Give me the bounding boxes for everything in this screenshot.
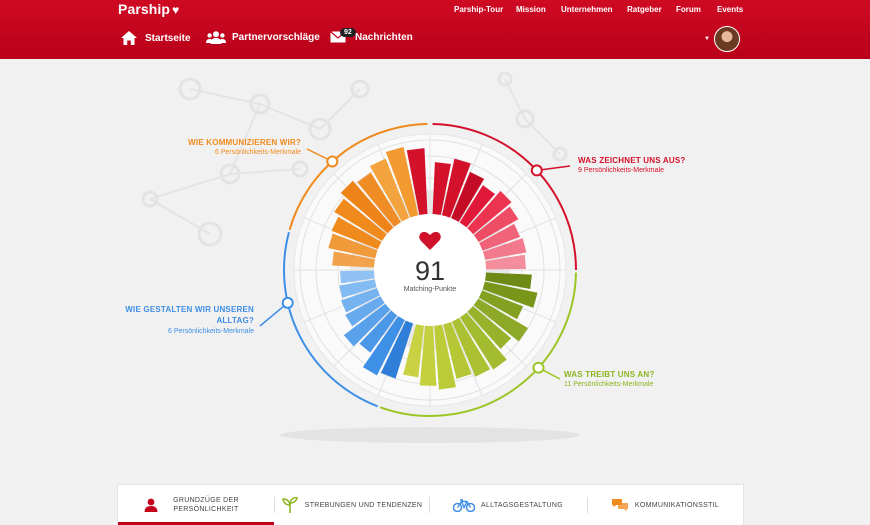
- top-header: Parship ♥ Parship-Tour Mission Unternehme…: [0, 0, 870, 59]
- marker-characteristics: [530, 164, 543, 177]
- top-nav-ratgeber[interactable]: Ratgeber: [627, 5, 662, 14]
- category-title-drive: WAS TREIBT UNS AN?: [564, 370, 655, 379]
- chart-shadow: [280, 427, 580, 443]
- category-subtitle-characteristics: 9 Persönlichkeits-Merkmale: [578, 167, 664, 174]
- profile-menu[interactable]: ▼: [704, 26, 740, 52]
- marker-everyday: [281, 296, 294, 309]
- category-subtitle-everyday: 6 Persönlichkeits-Merkmale: [168, 328, 254, 335]
- person-icon: [144, 498, 158, 512]
- heart-icon: [419, 231, 441, 250]
- score-center: 91 Matching-Punkte: [379, 231, 481, 293]
- messages-count-badge: 92: [340, 28, 356, 37]
- category-title-characteristics: WAS ZEICHNET UNS AUS?: [578, 156, 686, 165]
- tab-communication-label: KOMMUNIKATIONSSTIL: [634, 501, 720, 509]
- category-subtitle-communication: 6 Persönlichkeits-Merkmale: [215, 149, 301, 156]
- plant-icon: [281, 497, 298, 513]
- top-nav-unternehmen[interactable]: Unternehmen: [561, 5, 613, 14]
- category-label-characteristics[interactable]: WAS ZEICHNET UNS AUS? 9 Persönlichkeits-…: [578, 156, 758, 176]
- heart-logo-icon: ♥: [172, 3, 180, 17]
- top-nav-forum[interactable]: Forum: [676, 5, 701, 14]
- parship-logo[interactable]: Parship ♥: [118, 1, 179, 17]
- brand-name: Parship: [118, 1, 171, 17]
- category-label-everyday[interactable]: WIE GESTALTEN WIR UNSEREN ALLTAG? 6 Pers…: [120, 304, 254, 337]
- tab-everyday-label: ALLTAGSGESTALTUNG: [481, 501, 563, 509]
- category-title-everyday: WIE GESTALTEN WIR UNSEREN ALLTAG?: [125, 305, 254, 325]
- speech-bubbles-icon: [611, 499, 628, 512]
- score-value: 91: [414, 256, 446, 286]
- top-nav-parship-tour[interactable]: Parship-Tour: [454, 5, 503, 14]
- caret-down-icon: ▼: [704, 36, 710, 42]
- marker-communication: [326, 155, 339, 168]
- bicycle-icon: [453, 498, 475, 512]
- main-content: 91 Matching-Punkte WIE KOMMUNIZIEREN WIR…: [0, 59, 870, 524]
- nav-home-label: Startseite: [145, 32, 191, 44]
- tab-aspirations-label: STREBUNGEN UND TENDENZEN: [304, 501, 423, 509]
- avatar[interactable]: [713, 26, 740, 52]
- score-label: Matching-Punkte: [403, 286, 457, 293]
- tab-aspirations[interactable]: STREBUNGEN UND TENDENZEN: [274, 485, 429, 525]
- nav-home[interactable]: Startseite: [121, 31, 191, 45]
- tab-personality[interactable]: GRUNDZÜGE DER PERSÖNLICHKEIT: [118, 485, 274, 525]
- category-title-communication: WIE KOMMUNIZIEREN WIR?: [188, 138, 301, 147]
- top-nav-mission[interactable]: Mission: [516, 5, 546, 14]
- nav-partners-label: Partnervorschläge: [232, 32, 320, 43]
- category-subtitle-drive: 11 Persönlichkeits-Merkmale: [564, 381, 654, 388]
- nav-partners[interactable]: Partnervorschläge: [206, 31, 320, 44]
- home-icon: [121, 31, 137, 45]
- tab-bar: GRUNDZÜGE DER PERSÖNLICHKEIT STREBUNGEN …: [117, 484, 744, 525]
- tab-everyday[interactable]: ALLTAGSGESTALTUNG: [429, 485, 587, 525]
- category-label-communication[interactable]: WIE KOMMUNIZIEREN WIR? 6 Persönlichkeits…: [183, 138, 301, 158]
- tab-communication[interactable]: KOMMUNIKATIONSSTIL: [587, 485, 743, 525]
- top-nav-events[interactable]: Events: [717, 5, 743, 14]
- tab-personality-label: GRUNDZÜGE DER PERSÖNLICHKEIT: [173, 497, 239, 513]
- nav-messages-label: Nachrichten: [355, 31, 413, 43]
- category-label-drive[interactable]: WAS TREIBT UNS AN? 11 Persönlichkeits-Me…: [564, 370, 734, 390]
- people-icon: [206, 31, 226, 44]
- marker-drive: [532, 361, 545, 374]
